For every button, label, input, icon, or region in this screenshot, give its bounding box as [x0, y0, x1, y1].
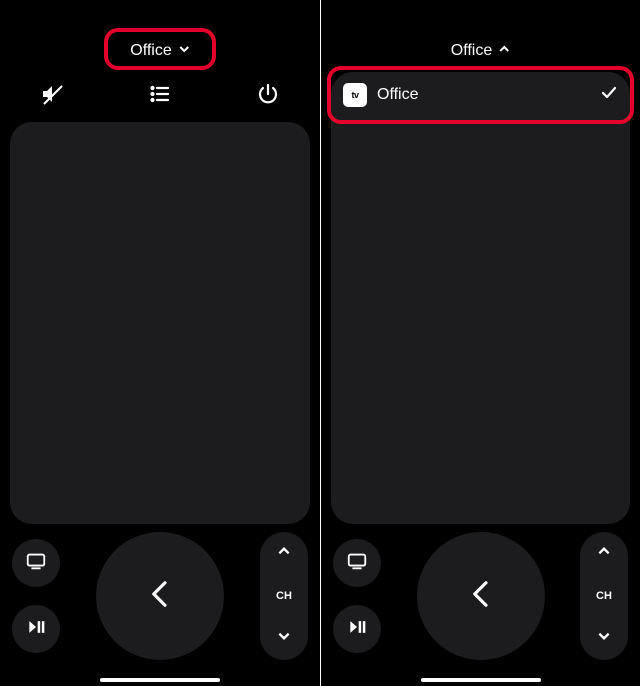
- device-selector[interactable]: Office: [451, 42, 511, 60]
- tv-button[interactable]: [333, 539, 381, 587]
- device-selector[interactable]: Office: [130, 42, 190, 60]
- touch-surface[interactable]: [10, 122, 310, 524]
- chevron-left-icon: [145, 577, 175, 616]
- screen-right: Office tv Office: [320, 0, 640, 686]
- mute-button[interactable]: [36, 80, 68, 112]
- play-pause-button[interactable]: [12, 605, 60, 653]
- chevron-up-icon: [597, 545, 611, 562]
- channel-rocker: CH: [260, 532, 308, 660]
- right-button-column: CH: [568, 526, 640, 666]
- right-button-column: CH: [248, 526, 320, 666]
- device-list-item-label: Office: [377, 86, 590, 104]
- chevron-down-icon: [178, 42, 190, 60]
- chevron-left-icon: [466, 577, 496, 616]
- channel-rocker: CH: [580, 532, 628, 660]
- bottom-controls: CH: [321, 526, 640, 666]
- channel-up-button[interactable]: [597, 544, 611, 563]
- device-list: tv Office: [331, 72, 630, 118]
- tv-icon: [25, 550, 47, 577]
- channel-down-button[interactable]: [597, 629, 611, 648]
- channel-label: CH: [276, 590, 292, 602]
- chevron-up-icon: [498, 42, 510, 60]
- tv-icon: [346, 550, 368, 577]
- mute-icon: [40, 82, 64, 111]
- checkmark-icon: [600, 84, 618, 107]
- device-selector-label: Office: [451, 42, 493, 60]
- device-selector-label: Office: [130, 42, 172, 60]
- home-indicator: [100, 678, 220, 682]
- play-pause-button[interactable]: [333, 605, 381, 653]
- chevron-down-icon: [597, 630, 611, 647]
- left-button-column: [321, 526, 393, 666]
- appletv-icon: tv: [343, 83, 367, 107]
- home-indicator: [421, 678, 541, 682]
- chevron-up-icon: [277, 545, 291, 562]
- tv-button[interactable]: [12, 539, 60, 587]
- channel-label: CH: [596, 590, 612, 602]
- list-icon: [148, 82, 172, 111]
- power-icon: [256, 82, 280, 111]
- play-pause-icon: [26, 617, 46, 642]
- back-button[interactable]: [96, 532, 224, 660]
- left-button-column: [0, 526, 72, 666]
- touch-surface[interactable]: [331, 72, 630, 524]
- screen-left: Office: [0, 0, 320, 686]
- bottom-controls: CH: [0, 526, 320, 666]
- guide-button[interactable]: [144, 80, 176, 112]
- device-list-item[interactable]: tv Office: [331, 72, 630, 118]
- chevron-down-icon: [277, 630, 291, 647]
- top-icon-row: [0, 80, 320, 112]
- channel-down-button[interactable]: [277, 629, 291, 648]
- power-button[interactable]: [252, 80, 284, 112]
- channel-up-button[interactable]: [277, 544, 291, 563]
- play-pause-icon: [347, 617, 367, 642]
- back-button[interactable]: [417, 532, 545, 660]
